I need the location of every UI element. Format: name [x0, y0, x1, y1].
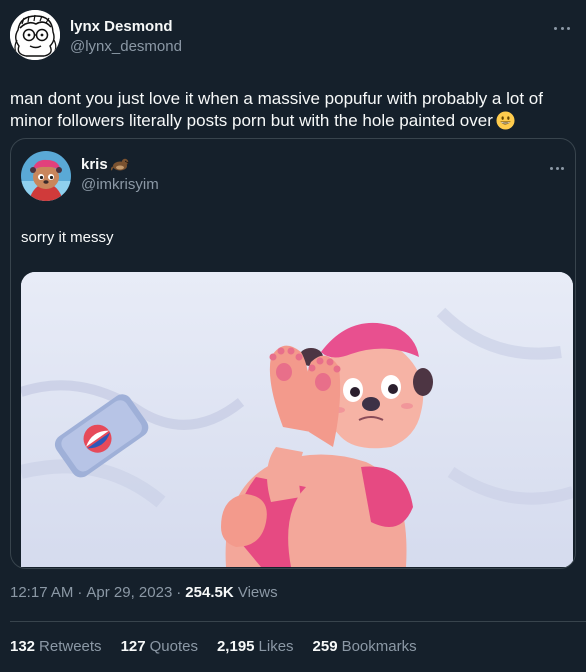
more-options-icon[interactable]	[552, 20, 572, 36]
author-block: lynx Desmond @lynx_desmond	[70, 17, 182, 57]
author-handle[interactable]: @lynx_desmond	[70, 37, 182, 57]
views-count: 254.5K	[185, 584, 234, 601]
retweets-label: Retweets	[39, 638, 102, 655]
likes-count: 2,195	[216, 638, 255, 655]
avatar[interactable]	[10, 10, 60, 60]
quote-avatar[interactable]	[21, 151, 71, 201]
tweet-date[interactable]: Apr 29, 2023	[86, 584, 172, 601]
bookmarks-count: 259	[312, 638, 338, 655]
retweets-count: 132	[10, 638, 36, 655]
likes-stat[interactable]: 2,195 Likes	[217, 638, 294, 655]
tweet-text-content: man dont you just love it when a massive…	[10, 89, 543, 130]
sketch-face-avatar-icon	[10, 10, 60, 60]
quotes-label: Quotes	[149, 638, 198, 655]
views-label: Views	[237, 584, 278, 601]
divider	[10, 621, 586, 622]
meta-separator-2: ·	[176, 584, 182, 601]
grinning-face-emoji-icon	[496, 111, 515, 130]
bookmarks-label: Bookmarks	[341, 638, 417, 655]
retweets-stat[interactable]: 132 Retweets	[10, 638, 102, 655]
quote-author-block: kris @imkrisyim	[81, 155, 159, 195]
quotes-stat[interactable]: 127 Quotes	[121, 638, 198, 655]
quote-text: sorry it messy	[21, 229, 114, 246]
quoted-tweet[interactable]: kris @imkrisyim sorry it messy	[10, 138, 576, 569]
quote-more-options-icon[interactable]	[547, 163, 567, 173]
tweet-text: man dont you just love it when a massive…	[10, 88, 574, 132]
tweet-detail: lynx Desmond @lynx_desmond man dont you …	[0, 0, 586, 672]
tweet-header: lynx Desmond @lynx_desmond	[10, 10, 574, 60]
quote-author-name[interactable]: kris	[81, 156, 108, 173]
meta-separator: ·	[77, 584, 83, 601]
tweet-meta: 12:17 AM · Apr 29, 2023 · 254.5K Views	[10, 584, 278, 601]
quote-media-image[interactable]	[21, 272, 573, 567]
engagement-stats: 132 Retweets 127 Quotes 2,195 Likes 259 Book…	[10, 638, 436, 655]
otter-emoji-icon	[110, 157, 129, 171]
tweet-time[interactable]: 12:17 AM	[10, 584, 73, 601]
likes-label: Likes	[258, 638, 294, 655]
quote-header: kris @imkrisyim	[21, 151, 159, 201]
quote-author-handle[interactable]: @imkrisyim	[81, 175, 159, 195]
illustration-image-icon	[21, 272, 573, 567]
author-name[interactable]: lynx Desmond	[70, 17, 182, 37]
bookmarks-stat[interactable]: 259 Bookmarks	[313, 638, 417, 655]
otter-character-avatar-icon	[21, 151, 71, 201]
quotes-count: 127	[120, 638, 146, 655]
